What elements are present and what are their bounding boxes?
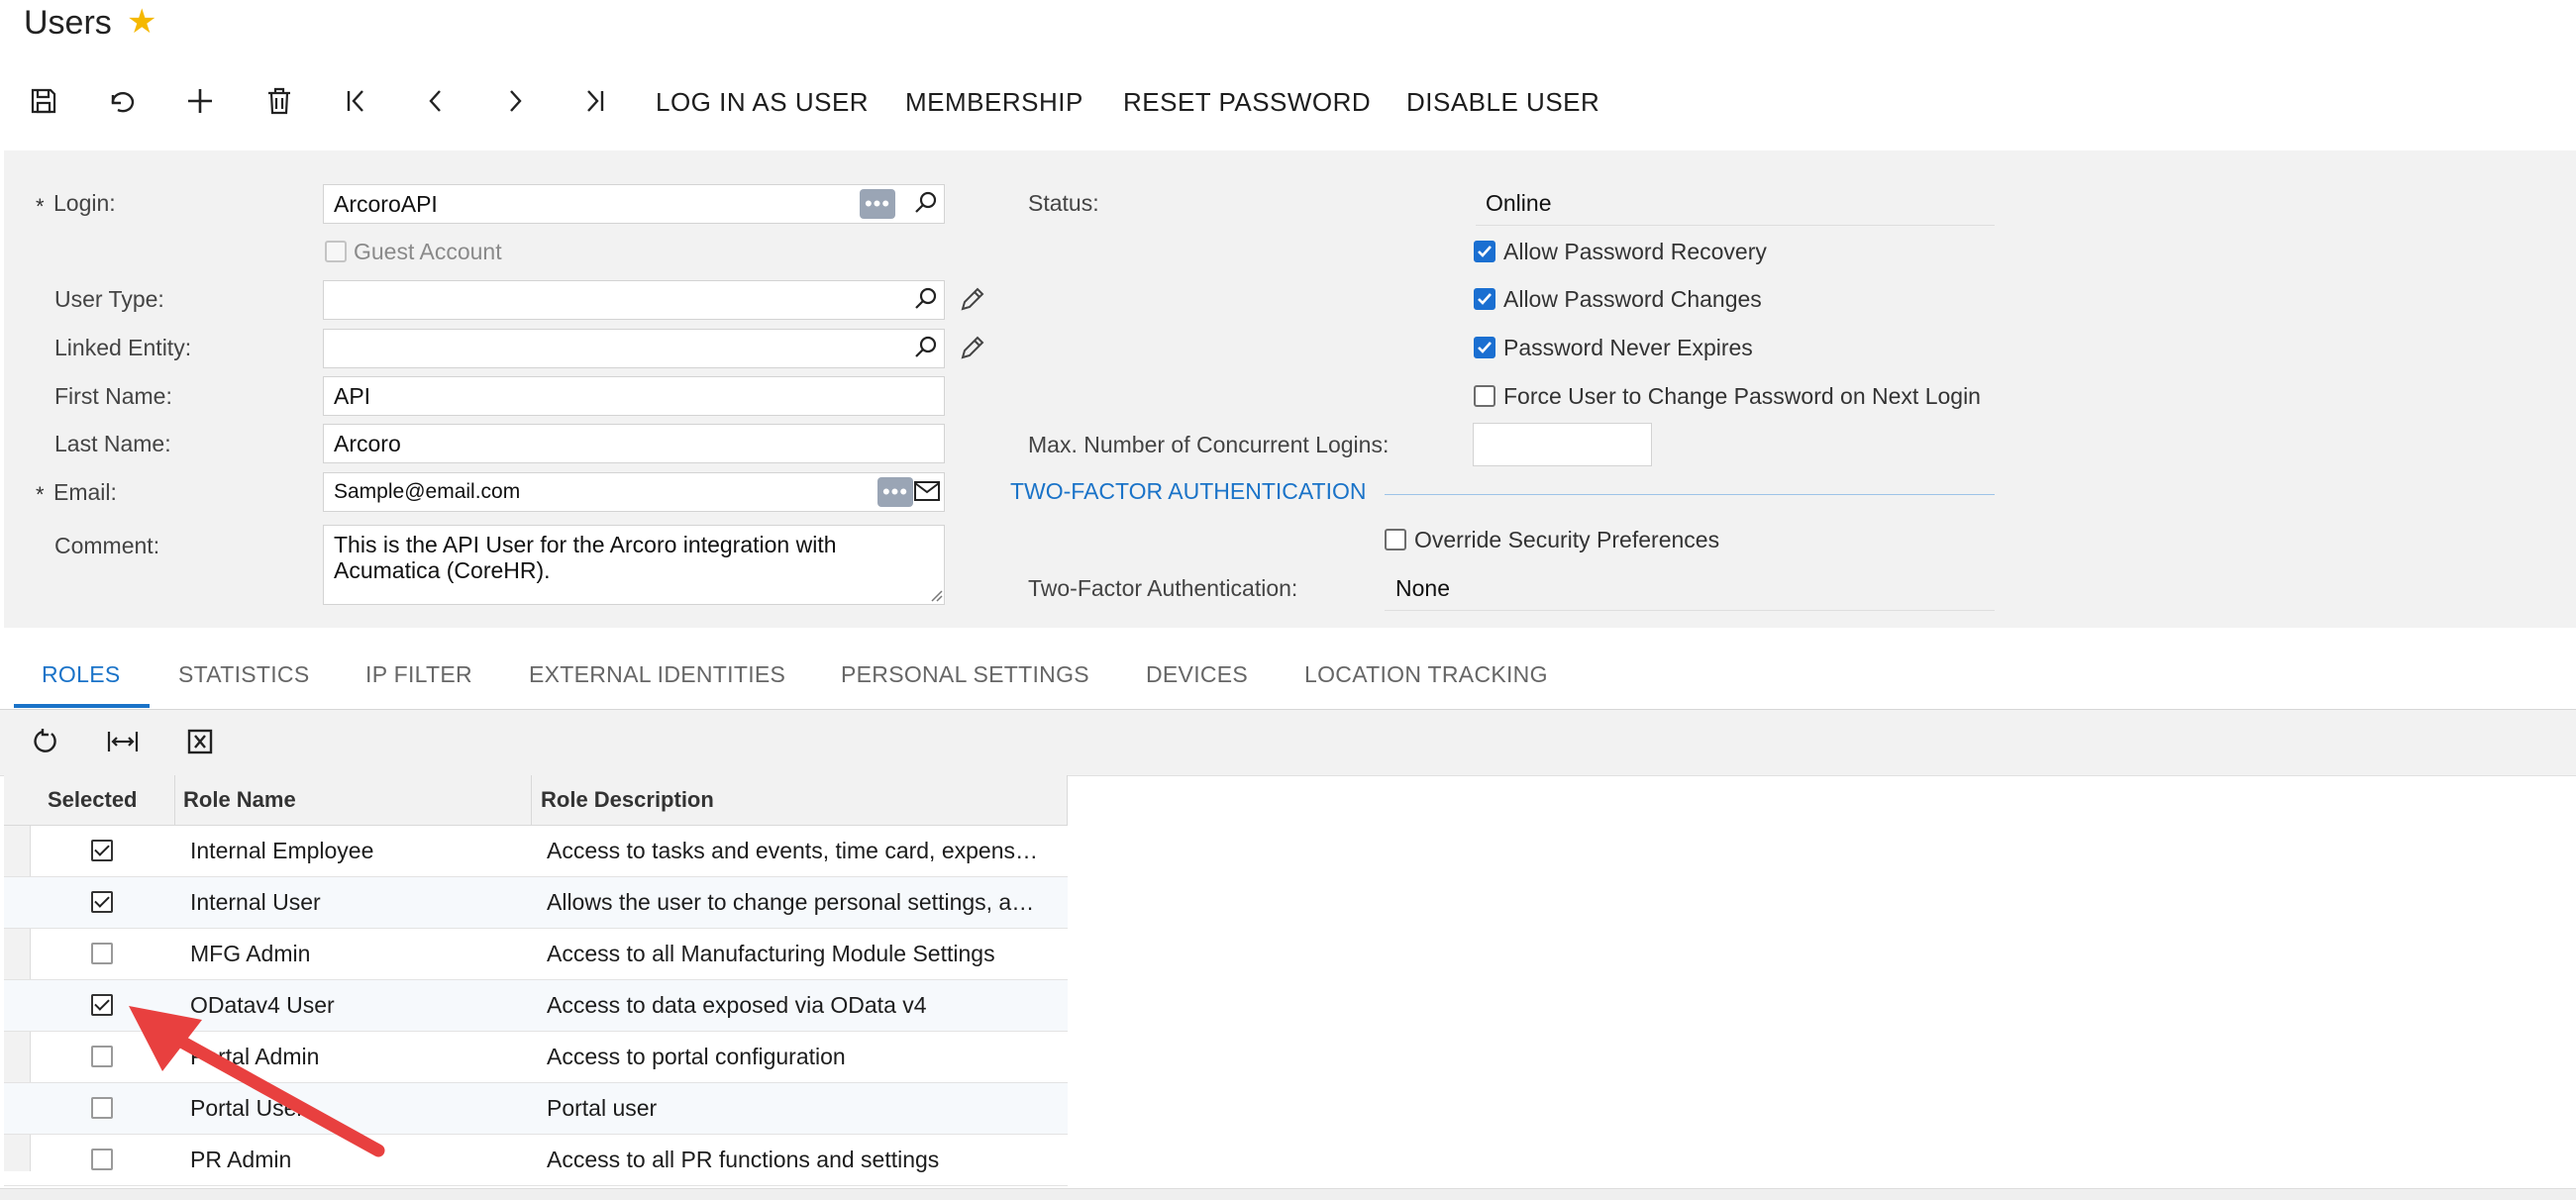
guest-account-label: Guest Account [354, 239, 502, 264]
comment-label: Comment: [54, 533, 160, 558]
allow-password-recovery-label: Allow Password Recovery [1503, 239, 1767, 264]
allow-password-changes-label: Allow Password Changes [1503, 286, 1762, 312]
max-logins-label: Max. Number of Concurrent Logins: [1028, 432, 1390, 457]
force-change-password-checkbox[interactable] [1474, 385, 1495, 407]
ellipsis-icon[interactable]: ••• [877, 477, 913, 507]
ellipsis-icon[interactable]: ••• [860, 189, 895, 219]
user-type-input[interactable] [323, 280, 945, 320]
mail-icon[interactable] [913, 479, 941, 508]
override-security-label: Override Security Preferences [1414, 527, 1720, 552]
override-security-checkbox[interactable] [1385, 529, 1406, 550]
disable-user-button[interactable]: DISABLE USER [1406, 87, 1599, 118]
export-excel-icon[interactable] [176, 718, 224, 765]
bottom-scroll-bar[interactable] [0, 1188, 2576, 1200]
tab-location-tracking[interactable]: LOCATION TRACKING [1304, 661, 1548, 688]
email-input[interactable]: Sample@email.com [323, 472, 945, 512]
first-record-icon[interactable] [329, 73, 384, 129]
user-type-label: User Type: [54, 286, 164, 312]
allow-password-changes-checkbox[interactable] [1474, 288, 1495, 310]
section-divider [1385, 494, 1995, 495]
table-row[interactable]: Internal Employee Access to tasks and ev… [4, 826, 1068, 877]
password-never-expires-label: Password Never Expires [1503, 335, 1753, 360]
delete-icon[interactable] [252, 73, 307, 129]
fit-columns-icon[interactable] [99, 718, 147, 765]
tab-statistics[interactable]: STATISTICS [178, 661, 310, 688]
first-name-label: First Name: [54, 383, 172, 409]
required-marker: * [36, 482, 45, 507]
tab-personal-settings[interactable]: PERSONAL SETTINGS [841, 661, 1089, 688]
reset-password-button[interactable]: RESET PASSWORD [1123, 87, 1371, 118]
linked-entity-label: Linked Entity: [54, 335, 192, 360]
selected-checkbox[interactable] [91, 891, 113, 913]
email-label: Email: [53, 479, 117, 505]
selected-checkbox[interactable] [91, 1097, 113, 1119]
two-factor-label: Two-Factor Authentication: [1028, 575, 1298, 601]
selected-checkbox[interactable] [91, 1046, 113, 1067]
allow-password-recovery-checkbox[interactable] [1474, 241, 1495, 262]
previous-record-icon[interactable] [408, 73, 464, 129]
max-logins-input[interactable] [1473, 423, 1652, 466]
status-value: Online [1486, 190, 1552, 216]
favorite-star-icon[interactable]: ★ [127, 2, 160, 41]
grid-toolbar [0, 710, 2576, 776]
comment-textarea[interactable]: This is the API User for the Arcoro inte… [323, 525, 945, 605]
last-name-label: Last Name: [54, 431, 171, 456]
login-input[interactable]: ArcoroAPI [323, 184, 945, 224]
role-description-cell: Access to portal configuration [547, 1044, 846, 1069]
login-label: Login: [53, 190, 116, 216]
annotation-arrow-icon [129, 1006, 385, 1157]
force-change-password-label: Force User to Change Password on Next Lo… [1503, 383, 1981, 409]
tab-external-identities[interactable]: EXTERNAL IDENTITIES [529, 661, 785, 688]
linked-entity-input[interactable] [323, 329, 945, 368]
role-name-cell: Internal User [190, 889, 321, 915]
two-factor-underline [1385, 610, 1995, 611]
status-label: Status: [1028, 190, 1099, 216]
guest-account-checkbox[interactable] [325, 241, 347, 262]
membership-button[interactable]: MEMBERSHIP [905, 87, 1083, 118]
edit-pencil-icon[interactable] [959, 285, 986, 318]
column-header-role-name[interactable]: Role Name [183, 775, 296, 825]
page-title: Users [24, 4, 112, 42]
role-description-cell: Access to data exposed via OData v4 [547, 992, 927, 1018]
tab-roles[interactable]: ROLES [42, 661, 120, 688]
role-name-cell: Internal Employee [190, 838, 374, 863]
role-description-cell: Access to all PR functions and settings [547, 1147, 940, 1172]
role-description-cell: Access to all Manufacturing Module Setti… [547, 941, 995, 966]
selected-checkbox[interactable] [91, 943, 113, 964]
column-header-selected[interactable]: Selected [48, 775, 138, 825]
status-underline [1476, 225, 1995, 226]
role-description-cell: Allows the user to change personal setti… [547, 889, 1035, 915]
selected-checkbox[interactable] [91, 994, 113, 1016]
undo-icon[interactable] [93, 73, 149, 129]
role-description-cell: Portal user [547, 1095, 658, 1121]
first-name-input[interactable]: API [323, 376, 945, 416]
table-header: Selected Role Name Role Description [4, 775, 1068, 826]
tab-devices[interactable]: DEVICES [1146, 661, 1248, 688]
resize-handle-icon[interactable] [929, 588, 943, 607]
search-icon[interactable] [913, 286, 939, 317]
search-icon[interactable] [913, 335, 939, 365]
edit-pencil-icon[interactable] [959, 334, 986, 366]
next-record-icon[interactable] [487, 73, 543, 129]
selected-checkbox[interactable] [91, 840, 113, 861]
selected-checkbox[interactable] [91, 1149, 113, 1170]
two-factor-section-title: TWO-FACTOR AUTHENTICATION [1010, 478, 1367, 504]
column-header-role-description[interactable]: Role Description [541, 775, 714, 825]
tab-ip-filter[interactable]: IP FILTER [365, 661, 472, 688]
table-row[interactable]: Internal User Allows the user to change … [4, 877, 1068, 929]
role-description-cell: Access to tasks and events, time card, e… [547, 838, 1039, 863]
save-icon[interactable] [16, 73, 71, 129]
log-in-as-user-button[interactable]: LOG IN AS USER [656, 87, 869, 118]
table-row[interactable]: MFG Admin Access to all Manufacturing Mo… [4, 929, 1068, 980]
add-icon[interactable] [172, 73, 228, 129]
required-marker: * [36, 194, 45, 219]
active-tab-indicator [14, 704, 150, 708]
search-icon[interactable] [913, 190, 939, 221]
two-factor-value: None [1395, 575, 1450, 601]
refresh-icon[interactable] [22, 718, 69, 765]
password-never-expires-checkbox[interactable] [1474, 337, 1495, 358]
role-name-cell: MFG Admin [190, 941, 311, 966]
last-name-input[interactable]: Arcoro [323, 424, 945, 463]
last-record-icon[interactable] [567, 73, 622, 129]
